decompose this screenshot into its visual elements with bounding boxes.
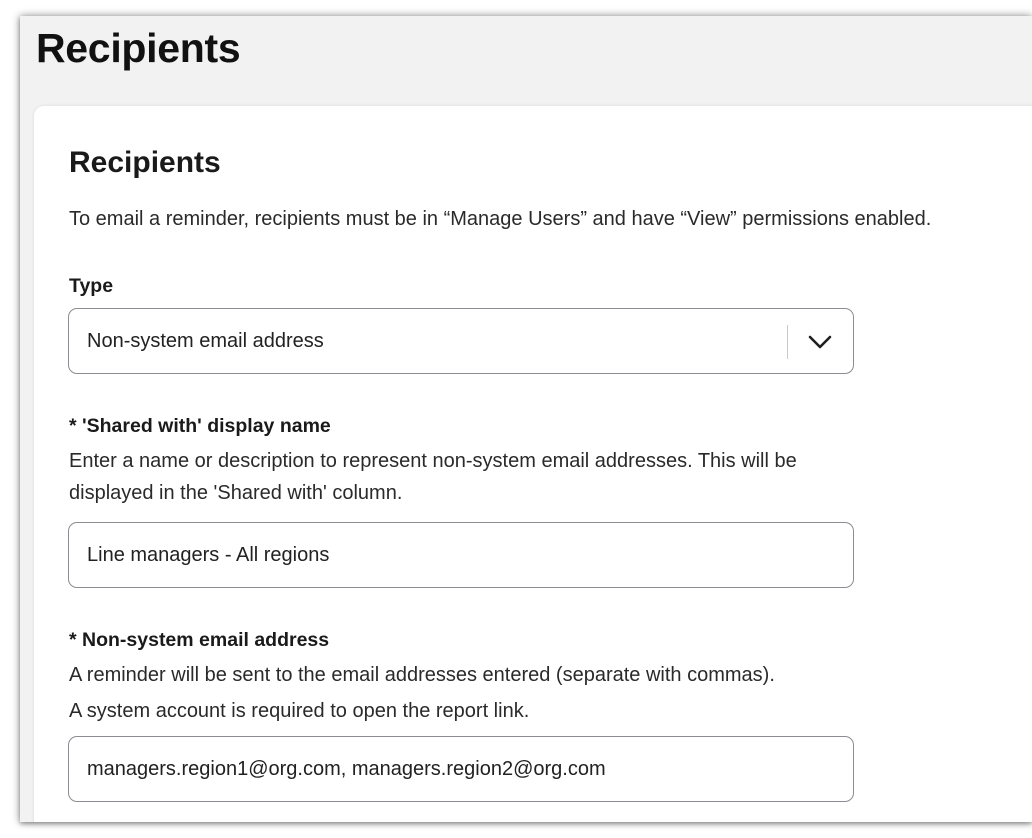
type-label: Type (69, 275, 114, 297)
screenshot-frame: Recipients Recipients To email a reminde… (20, 16, 1032, 822)
card-title: Recipients (69, 146, 221, 179)
display-name-label: * 'Shared with' display name (69, 415, 331, 437)
email-input[interactable] (69, 737, 853, 801)
select-divider (787, 325, 788, 359)
email-field[interactable] (68, 736, 854, 802)
email-label: * Non-system email address (69, 629, 330, 651)
display-name-field[interactable] (68, 522, 854, 588)
intro-text: To email a reminder, recipients must be … (69, 208, 932, 230)
email-help-line2: A system account is required to open the… (69, 700, 530, 722)
type-select[interactable]: Non-system email address (68, 308, 854, 374)
recipients-card: Recipients To email a reminder, recipien… (34, 106, 1032, 822)
page-title: Recipients (36, 25, 241, 71)
type-select-value: Non-system email address (87, 330, 324, 352)
display-name-input[interactable] (69, 523, 853, 587)
chevron-down-icon[interactable] (805, 327, 835, 357)
email-help-line1: A reminder will be sent to the email add… (69, 664, 775, 686)
display-name-help: Enter a name or description to represent… (69, 450, 797, 504)
